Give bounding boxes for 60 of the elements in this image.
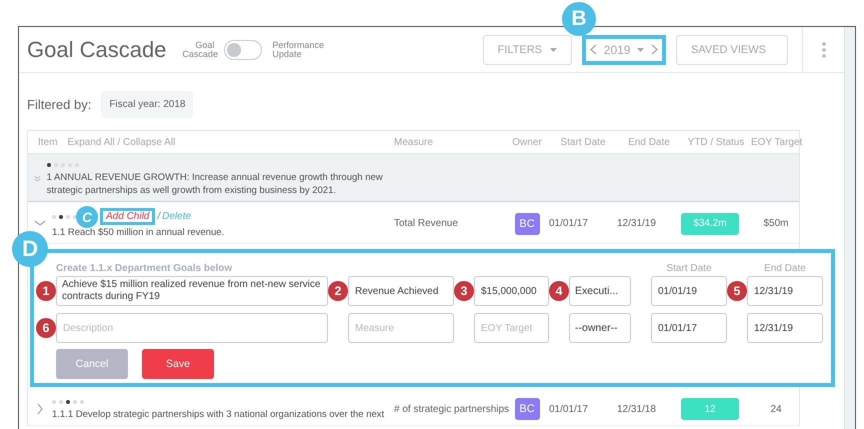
- column-header: EOY Target: [751, 136, 801, 148]
- input-field[interactable]: EOY Target: [474, 313, 549, 343]
- goal-field[interactable]: Achieve $15 million realized revenue from net-new service contracts during FY19: [56, 276, 328, 306]
- chevron-right-icon[interactable]: [651, 44, 658, 55]
- start-date-cell-text: 01/01/17: [549, 404, 589, 414]
- owner-avatar: BC: [514, 212, 540, 234]
- input-field[interactable]: Description: [56, 313, 328, 343]
- start-date-cell-text: 01/01/17: [549, 218, 589, 229]
- column-header: Measure: [394, 136, 434, 148]
- input-field[interactable]: Revenue Achieved: [348, 276, 454, 306]
- scrollbar[interactable]: [844, 27, 855, 429]
- save-button[interactable]: Save: [142, 349, 214, 379]
- goal-text: 1 ANNUAL REVENUE GROWTH: Increase annual revenue growth through new strategic partnerships as well growth from existing business by 2021.: [46, 171, 384, 197]
- callout-badge: 2: [328, 281, 348, 301]
- measure-cell-text: Total Revenue: [394, 218, 459, 229]
- page-title: Goal Cascade: [27, 36, 166, 62]
- input-field[interactable]: $15,000,000: [474, 276, 549, 306]
- input-field[interactable]: 12/31/19: [747, 276, 823, 306]
- add-child-link[interactable]: Add Child: [100, 208, 156, 225]
- eoy-target-cell-text: 24: [769, 404, 783, 414]
- column-header: YTD / Status: [686, 136, 746, 148]
- input-field[interactable]: 01/01/17: [651, 313, 727, 343]
- filter-label: Filtered by:: [27, 97, 92, 112]
- input-field[interactable]: 01/01/19: [651, 276, 727, 306]
- callout-badge: 5: [727, 281, 747, 301]
- end-date-cell-text: 12/31/19: [617, 218, 657, 229]
- caret-icon: [637, 48, 644, 52]
- ytd-status-pill: 12: [681, 398, 739, 420]
- callout-badge: 1: [36, 281, 56, 301]
- callout-badge: D: [12, 231, 48, 267]
- form-title: Create 1.1.x Department Goals below: [56, 263, 234, 274]
- column-header: Item: [38, 136, 58, 148]
- toggle-label: Performance Update: [272, 40, 325, 58]
- owner-select[interactable]: --owner--: [569, 313, 631, 343]
- goal-text: 1.1 Reach $50 million in annual revenue.: [52, 226, 224, 239]
- end-date-cell-text: 12/31/18: [617, 404, 657, 414]
- column-header: Owner: [511, 136, 543, 148]
- link-separator: /: [157, 211, 160, 222]
- callout-badge: 6: [36, 318, 56, 338]
- ytd-status-pill: $34.2m: [681, 212, 739, 234]
- input-field[interactable]: Measure: [348, 313, 454, 343]
- owner-avatar: BC: [514, 398, 540, 420]
- callout-badge: 4: [549, 281, 569, 301]
- input-field[interactable]: 12/31/19: [747, 313, 823, 343]
- column-header: Start Date: [559, 136, 607, 148]
- callout-badge: B: [562, 2, 596, 36]
- column-label: Start Date: [665, 263, 713, 274]
- goal-text: 1.1.1 Develop strategic partnerships with 3 national organizations over the next: [52, 408, 384, 421]
- eoy-target-cell-text: $50m: [762, 218, 790, 229]
- view-toggle[interactable]: [224, 40, 262, 60]
- depth-dots-icon: [52, 400, 84, 404]
- column-label: End Date: [763, 263, 807, 274]
- callout-badge: 3: [454, 281, 474, 301]
- more-icon[interactable]: [822, 42, 826, 58]
- chevron-left-icon[interactable]: [590, 44, 597, 55]
- caret-icon: [550, 48, 557, 52]
- callout-badge: C: [76, 206, 98, 228]
- column-header: End Date: [627, 136, 671, 148]
- owner-select[interactable]: Executi...: [569, 276, 631, 306]
- filter-chip[interactable]: Fiscal year: 2018: [101, 91, 194, 118]
